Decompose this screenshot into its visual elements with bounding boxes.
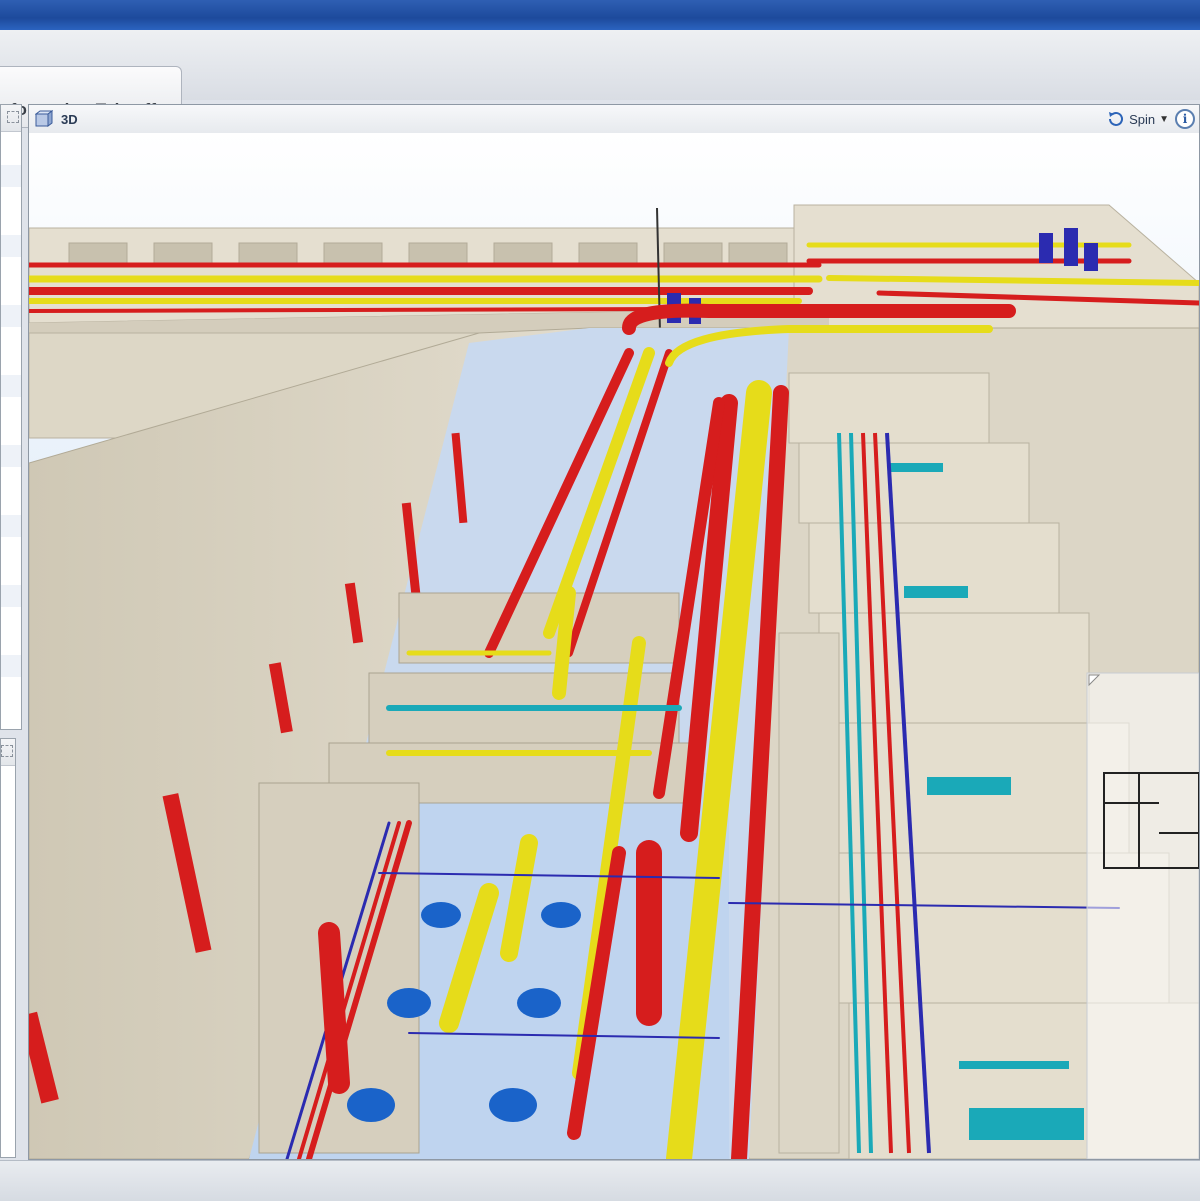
list-row[interactable] [1,515,21,537]
viewer-header: 3D Spin ▼ i [29,105,1199,134]
pin-icon[interactable] [7,111,19,123]
chevron-down-icon: ▼ [1159,113,1169,125]
properties-panel[interactable] [0,738,16,1158]
pin-icon[interactable] [1,745,13,757]
cube-view-icon [35,110,53,127]
list-row[interactable] [1,165,21,187]
list-row[interactable] [1,305,21,327]
3d-viewer[interactable]: 3D Spin ▼ i [28,104,1200,1160]
viewer-title: 3D [61,112,78,127]
window-title-bar [0,0,1200,30]
list-row[interactable] [1,655,21,677]
list-row[interactable] [1,585,21,607]
list-row[interactable] [1,445,21,467]
info-icon[interactable]: i [1175,109,1195,129]
status-bar [0,1160,1200,1201]
list-row[interactable] [1,375,21,397]
list-row[interactable] [1,235,21,257]
panel-header [1,739,15,766]
tab-strip: nformation Takeoff [0,30,1200,128]
panel-header [1,105,21,132]
navigation-mode-dropdown[interactable]: Spin ▼ [1107,110,1169,128]
navigation-mode-label: Spin [1129,111,1156,127]
overview-map-icon[interactable] [1086,672,1199,1159]
3d-model-scene[interactable] [29,133,1199,1159]
model-tree-panel[interactable] [0,104,22,730]
spin-rotate-icon [1109,111,1124,126]
